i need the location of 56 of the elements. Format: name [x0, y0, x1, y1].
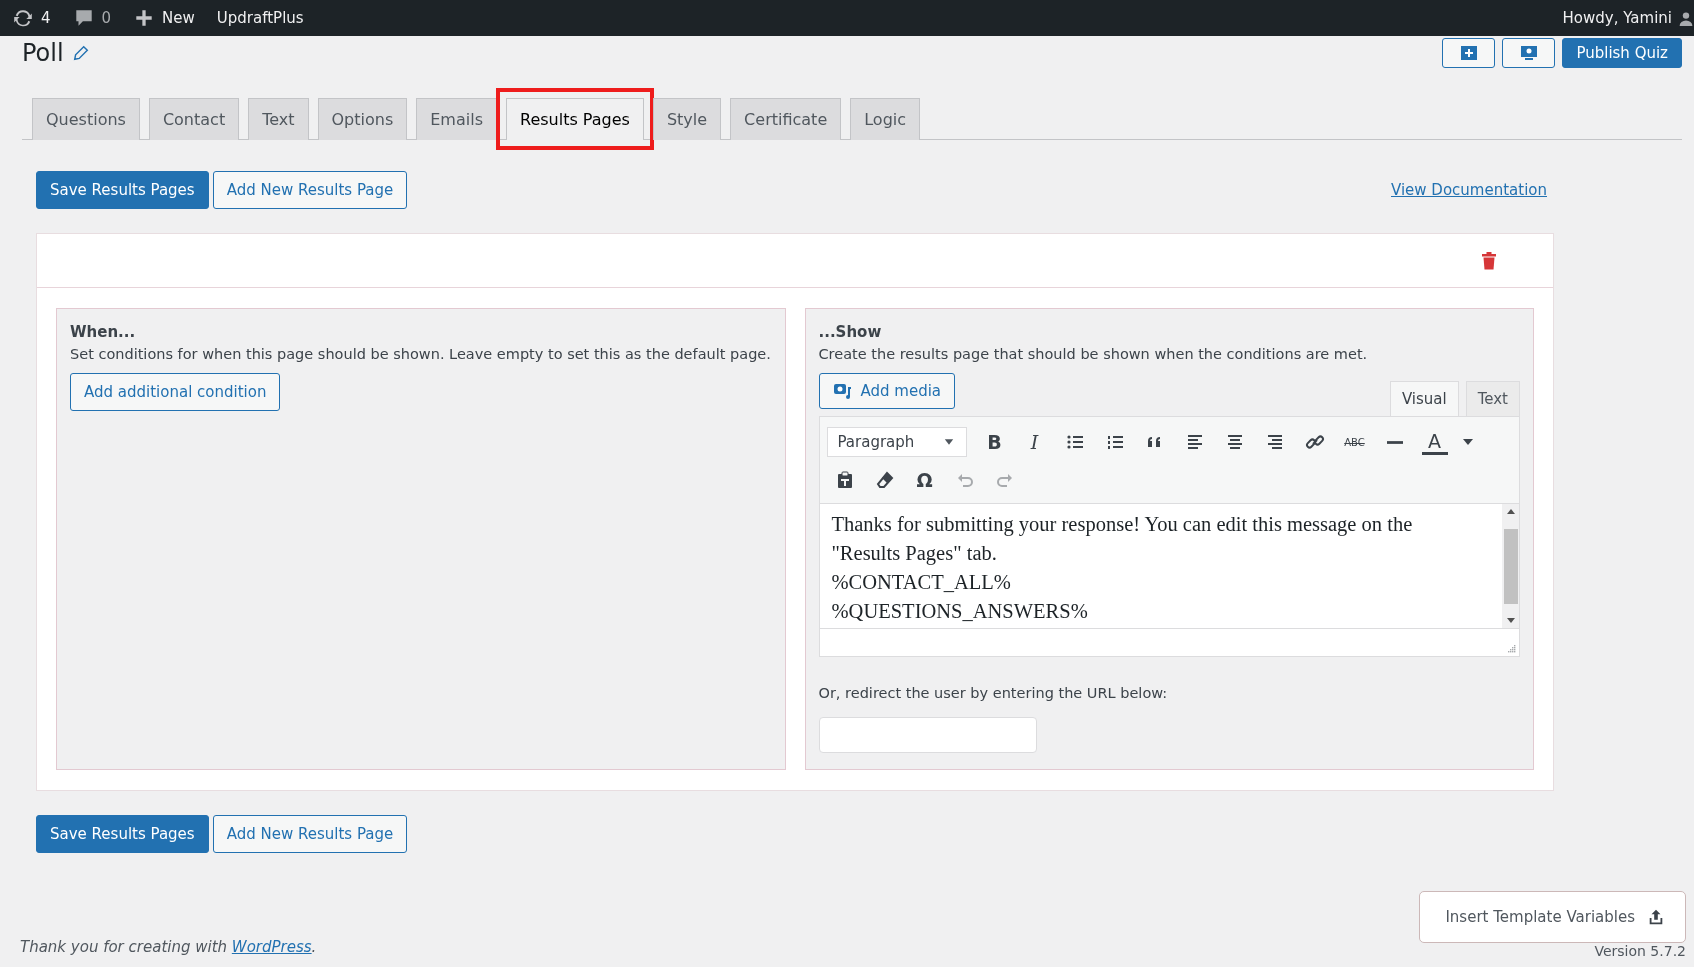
bold-button[interactable]: B	[976, 426, 1013, 458]
wordpress-link[interactable]: WordPress	[231, 938, 312, 956]
upload-icon	[1647, 908, 1665, 926]
scroll-down-icon[interactable]	[1506, 618, 1515, 623]
tab[interactable]: Questions	[32, 98, 140, 140]
tab[interactable]: Logic	[850, 98, 921, 140]
publish-button[interactable]: Publish Quiz	[1562, 38, 1682, 68]
panel-heading: When...	[70, 323, 137, 341]
panel-description: Create the results page that should be shown when the conditions are met.	[818, 346, 1369, 362]
tab[interactable]: Contact	[148, 98, 240, 140]
tab[interactable]: Certificate	[730, 98, 842, 140]
plus-icon	[1458, 43, 1479, 63]
tab[interactable]: Text	[248, 98, 309, 140]
pencil-icon[interactable]	[71, 44, 90, 62]
save-button[interactable]: Save Results Pages	[36, 815, 209, 853]
omega-button[interactable]: Ω	[906, 464, 943, 496]
page-title: Poll	[22, 39, 64, 67]
add-page-button[interactable]: Add New Results Page	[212, 815, 408, 853]
account-link[interactable]: Howdy, Yamini	[1562, 9, 1672, 27]
color-button[interactable]: A	[1421, 429, 1448, 455]
preview-button[interactable]	[1502, 38, 1556, 68]
new-link[interactable]: New	[133, 7, 195, 29]
panel-heading: ...Show	[818, 323, 883, 341]
tab[interactable]: Options	[317, 98, 408, 140]
footer-text: Thank you for creating with WordPress.	[20, 938, 317, 956]
add-page-button[interactable]: Add New Results Page	[212, 171, 408, 209]
panel-description: Set conditions for when this page should be shown. Leave empty to set this as the default page.	[70, 346, 772, 362]
link-icon	[1304, 432, 1325, 452]
tab[interactable]: Emails	[416, 98, 497, 140]
monitor-icon	[1518, 43, 1539, 63]
save-button[interactable]: Save Results Pages	[36, 171, 209, 209]
add-question-button[interactable]	[1442, 38, 1496, 68]
tab[interactable]: Style	[652, 98, 722, 140]
url-field[interactable]	[818, 717, 1037, 753]
trash-icon[interactable]	[1481, 251, 1497, 270]
italic-button[interactable]: I	[1016, 426, 1053, 458]
insert-template-variables-button[interactable]: Insert Template Variables	[1419, 891, 1686, 943]
editor-content[interactable]: Thanks for submitting your response! You can edit this message on the "Results Pages" tab. %CONTACT_ALL% %QUESTIONS_ANSWERS%	[819, 504, 1502, 628]
add-condition-button[interactable]: Add additional condition	[70, 373, 281, 411]
updates-link[interactable]: 4	[12, 7, 51, 29]
strike-button[interactable]: ABC	[1336, 426, 1373, 458]
add-media-button[interactable]: Add media	[818, 373, 956, 409]
editor-tab[interactable]: Visual	[1389, 381, 1459, 416]
comments-link[interactable]: 0	[72, 7, 112, 29]
format-dropdown[interactable]: Paragraph	[826, 427, 967, 457]
media-icon	[832, 381, 853, 401]
version-text: Version 5.7.2	[1594, 943, 1686, 959]
resize-handle-icon[interactable]	[1506, 643, 1516, 653]
redirect-label: Or, redirect the user by entering the URL below:	[818, 685, 1169, 701]
refresh-icon	[12, 7, 34, 29]
scrollbar[interactable]	[1502, 504, 1519, 628]
documentation-link[interactable]: View Documentation	[1391, 181, 1547, 199]
editor-tab[interactable]: Text	[1465, 381, 1520, 416]
plugin-link[interactable]: UpdraftPlus	[216, 9, 304, 27]
scroll-up-icon[interactable]	[1506, 509, 1515, 514]
eraser-icon	[874, 470, 895, 490]
